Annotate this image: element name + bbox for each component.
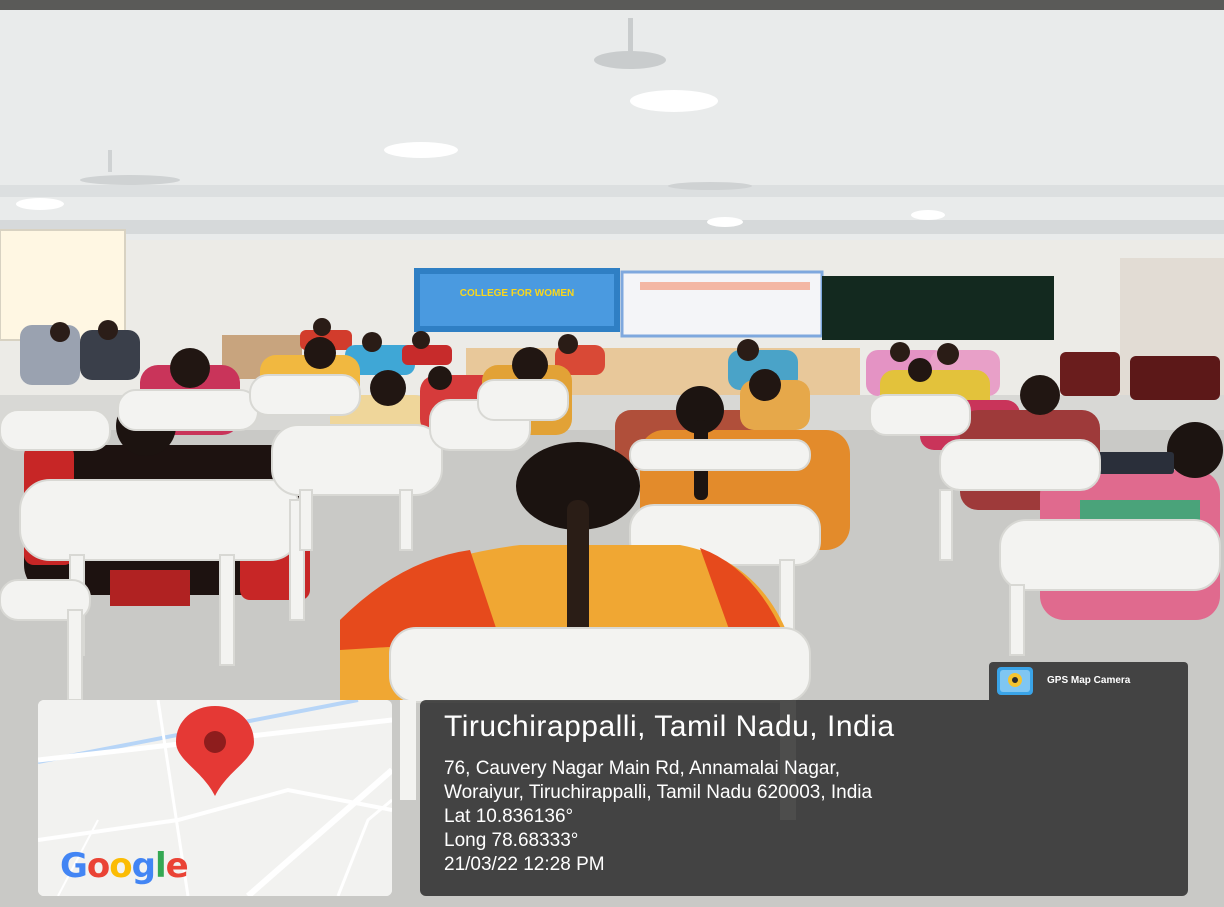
ceiling-light (707, 217, 743, 227)
location-info-panel: Tiruchirappalli, Tamil Nadu, India 76, C… (420, 700, 1188, 896)
google-logo: Google (60, 846, 189, 886)
photo-stage: COLLEGE FOR WOMEN Google GPS Map Camera … (0, 0, 1224, 907)
google-logo-letter: e (165, 846, 189, 886)
google-logo-letter: o (109, 846, 132, 886)
ceiling-light (384, 142, 458, 158)
map-thumbnail[interactable]: Google (38, 700, 392, 896)
place-title: Tiruchirappalli, Tamil Nadu, India (444, 710, 895, 743)
ceiling-fan (668, 182, 752, 190)
chair (1130, 356, 1220, 400)
ceiling-light (16, 198, 64, 210)
blackboard (822, 276, 1054, 340)
google-logo-letter: g (131, 846, 156, 886)
gps-map-camera-icon (997, 667, 1033, 695)
address-line-1: 76, Cauvery Nagar Main Rd, Annamalai Nag… (444, 758, 841, 779)
app-name: GPS Map Camera (1047, 675, 1131, 686)
google-logo-letter: G (60, 846, 88, 886)
gps-map-camera-badge: GPS Map Camera (989, 662, 1188, 700)
chair (389, 627, 811, 703)
ceiling (0, 10, 1224, 250)
top-edge-strip (0, 0, 1224, 10)
latitude: Lat 10.836136° (444, 806, 574, 827)
google-logo-letter: o (86, 846, 110, 886)
longitude: Long 78.68333° (444, 830, 579, 851)
chair (1060, 352, 1120, 396)
projector-screen (620, 270, 824, 338)
timestamp: 21/03/22 12:28 PM (444, 854, 605, 875)
address-line-2: Woraiyur, Tiruchirappalli, Tamil Nadu 62… (444, 782, 873, 803)
google-logo-letter: l (154, 846, 167, 886)
banner-text: COLLEGE FOR WOMEN (460, 288, 574, 299)
ceiling-light (630, 90, 718, 112)
ceiling-light (911, 210, 945, 220)
